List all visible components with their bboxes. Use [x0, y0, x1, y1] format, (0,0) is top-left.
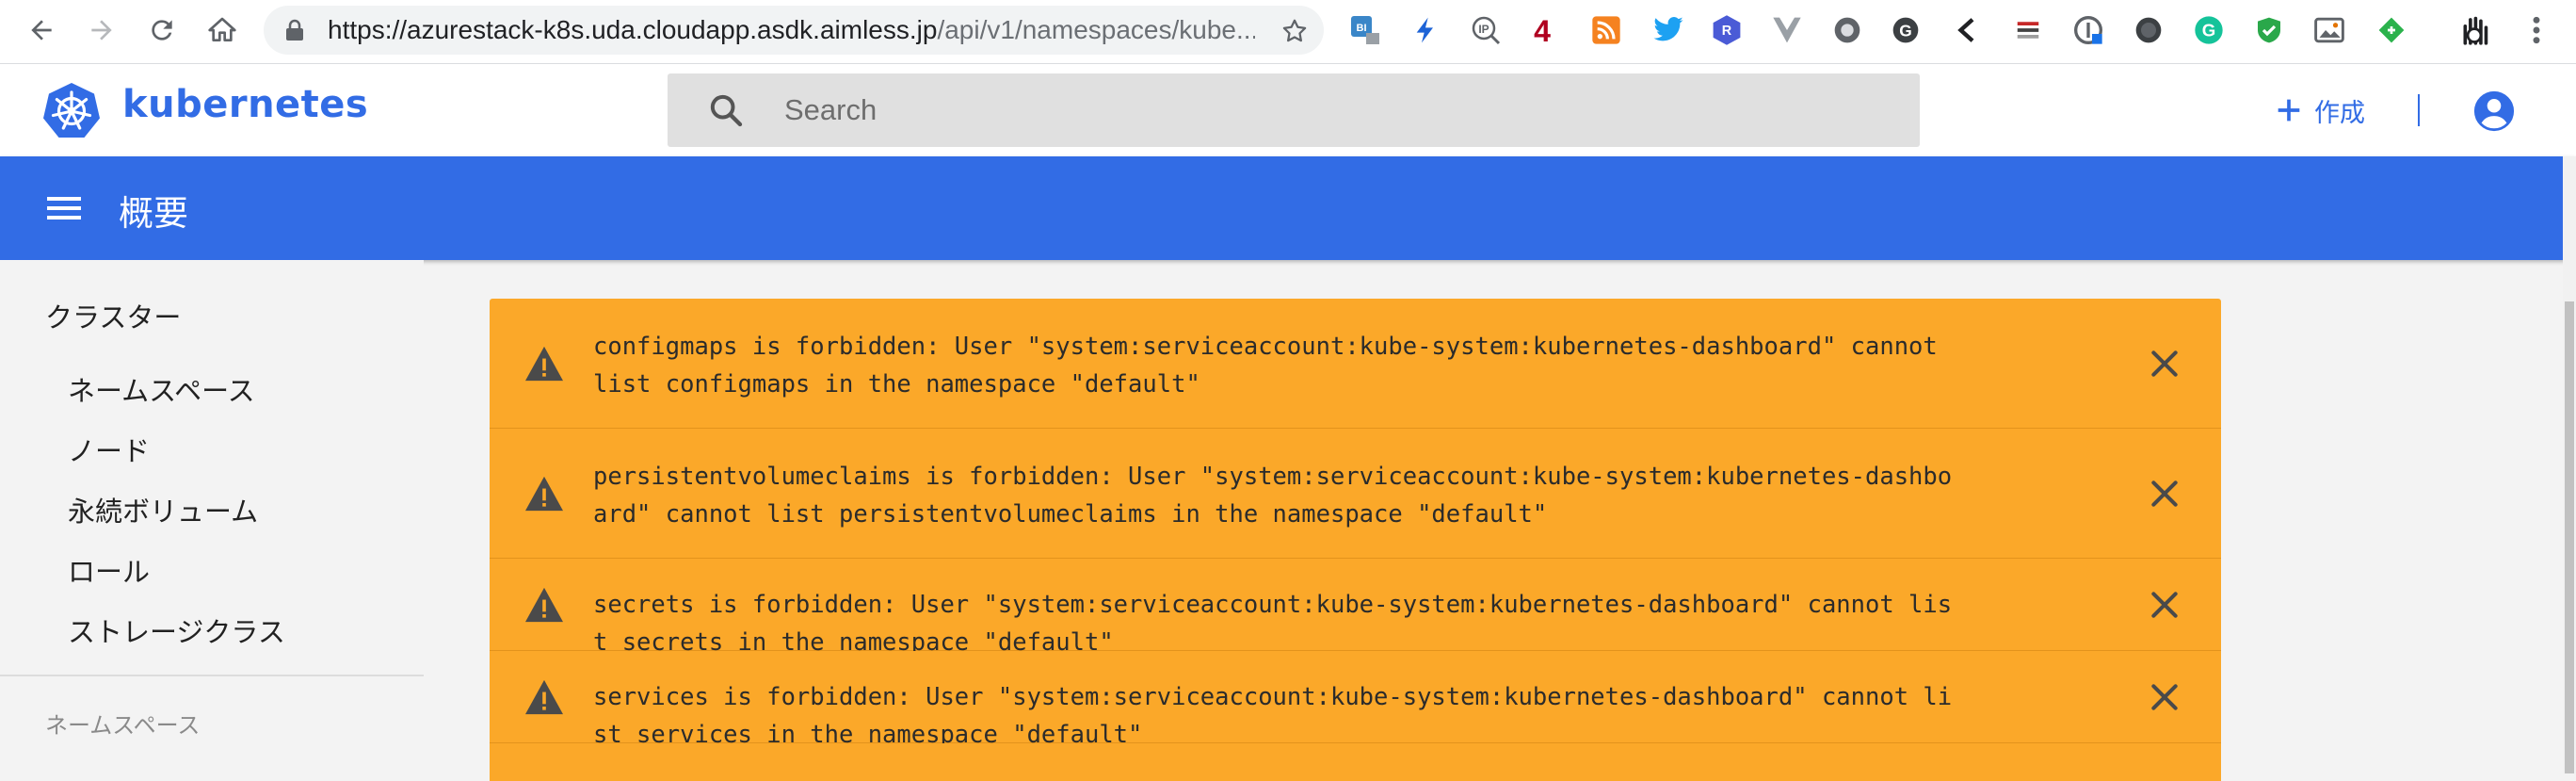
- shield-check-extension-icon[interactable]: [2252, 13, 2286, 47]
- close-icon[interactable]: [2146, 345, 2183, 382]
- plus-icon: [2273, 94, 2305, 126]
- arrow-right-icon: [91, 20, 112, 41]
- kubernetes-logo-icon[interactable]: [41, 81, 102, 139]
- reload-button[interactable]: [141, 9, 183, 51]
- create-label: 作成: [2314, 98, 2365, 128]
- account-button[interactable]: [2472, 89, 2516, 133]
- app-header: kubernetes 作成: [0, 64, 2576, 156]
- svg-text:G: G: [1899, 22, 1911, 41]
- search-icon: [707, 91, 745, 129]
- reload-icon: [152, 20, 172, 41]
- dark-reader-extension-icon[interactable]: [2071, 13, 2105, 47]
- r-extension-icon[interactable]: R: [1710, 13, 1744, 47]
- g-circle-extension-icon[interactable]: G: [1889, 13, 1923, 47]
- url-path: /api/v1/namespaces/kube...: [937, 15, 1255, 44]
- page-scrollbar[interactable]: [2563, 156, 2576, 773]
- warning-icon: [523, 586, 565, 624]
- error-alert: configmaps is forbidden: User "system:se…: [490, 299, 2221, 429]
- close-icon[interactable]: [2146, 586, 2183, 624]
- back-button[interactable]: [21, 9, 62, 51]
- lightning-extension-icon[interactable]: [1409, 13, 1442, 47]
- sidebar-item-roles[interactable]: ロール: [68, 550, 150, 590]
- dark-circle-extension-icon[interactable]: [2132, 13, 2165, 47]
- svg-text:IP: IP: [1478, 23, 1489, 36]
- twitter-extension-icon[interactable]: [1651, 13, 1685, 47]
- warning-icon: [523, 678, 565, 716]
- forward-button[interactable]: [81, 9, 122, 51]
- close-icon[interactable]: [2146, 475, 2183, 513]
- arrow-left-icon: [31, 20, 52, 41]
- svg-text:4: 4: [1534, 14, 1551, 46]
- brand-name[interactable]: kubernetes: [122, 83, 368, 126]
- namespace-selector-label: ネームスペース: [45, 712, 201, 739]
- sidebar-section-cluster[interactable]: クラスター: [45, 296, 181, 335]
- sidebar-item-persistent-volumes[interactable]: 永続ボリューム: [68, 490, 258, 529]
- scrollbar-thumb[interactable]: [2565, 301, 2574, 773]
- home-icon: [208, 17, 236, 41]
- alert-message: configmaps is forbidden: User "system:se…: [593, 333, 1938, 399]
- error-alert: services is forbidden: User "system:serv…: [490, 651, 2221, 749]
- sidebar-divider: [0, 675, 424, 676]
- warning-icon: [523, 345, 565, 382]
- url-host: https://azurestack-k8s.uda.cloudapp.asdk…: [328, 15, 938, 44]
- error-alert: secrets is forbidden: User "system:servi…: [490, 559, 2221, 657]
- more-vert-icon[interactable]: [2520, 13, 2553, 47]
- alert-message: secrets is forbidden: User "system:servi…: [593, 591, 1953, 657]
- error-alert: persistentvolumeclaims is forbidden: Use…: [490, 429, 2221, 559]
- page-toolbar: 概要: [0, 156, 2576, 260]
- hamburger-menu-icon: [47, 197, 81, 220]
- grammarly-extension-icon[interactable]: G: [2192, 13, 2226, 47]
- warning-icon: [523, 475, 565, 513]
- header-divider: [2418, 94, 2420, 126]
- search-input[interactable]: [784, 73, 1895, 147]
- rss-extension-icon[interactable]: [1589, 13, 1623, 47]
- feedly-extension-icon[interactable]: [2375, 13, 2408, 47]
- chevron-left-extension-icon[interactable]: [1951, 13, 1985, 47]
- svg-text:G: G: [2202, 21, 2216, 41]
- svg-text:R: R: [1722, 24, 1732, 39]
- vue-devtools-extension-icon[interactable]: [1770, 13, 1804, 47]
- sidebar-item-nodes[interactable]: ノード: [68, 430, 150, 469]
- url-text: https://azurestack-k8s.uda.cloudapp.asdk…: [328, 6, 1255, 55]
- alert-message: services is forbidden: User "system:serv…: [593, 683, 1953, 749]
- svg-text:BI: BI: [1357, 23, 1367, 34]
- menu-button[interactable]: [43, 191, 85, 225]
- bookmark-star-icon[interactable]: [1280, 17, 1309, 45]
- flag-list-extension-icon[interactable]: [2011, 13, 2045, 47]
- lock-icon: [284, 19, 305, 41]
- browser-toolbar: https://azurestack-k8s.uda.cloudapp.asdk…: [0, 0, 2576, 64]
- sidebar: クラスター ネームスペース ノード 永続ボリューム ロール ストレージクラス ネ…: [0, 260, 424, 773]
- account-circle-icon: [2473, 90, 2515, 132]
- four-extension-icon[interactable]: 4: [1525, 13, 1559, 47]
- sidebar-item-storage-classes[interactable]: ストレージクラス: [68, 610, 285, 650]
- close-icon[interactable]: [2146, 678, 2183, 716]
- hand-extension-icon[interactable]: [2457, 13, 2491, 47]
- home-button[interactable]: [201, 9, 243, 51]
- page-title: 概要: [119, 193, 188, 234]
- search-box[interactable]: [668, 73, 1920, 147]
- error-alert: [490, 743, 2221, 781]
- address-bar[interactable]: https://azurestack-k8s.uda.cloudapp.asdk…: [264, 6, 1324, 55]
- screenshot-extension-icon[interactable]: [2312, 13, 2346, 47]
- create-button[interactable]: 作成: [2273, 89, 2365, 132]
- sidebar-item-namespaces[interactable]: ネームスペース: [68, 369, 255, 409]
- alert-message: persistentvolumeclaims is forbidden: Use…: [593, 463, 1953, 529]
- circle-extension-icon[interactable]: [1830, 13, 1864, 47]
- bitly-extension-icon[interactable]: BI: [1348, 13, 1382, 47]
- ip-whois-extension-icon[interactable]: IP: [1469, 13, 1503, 47]
